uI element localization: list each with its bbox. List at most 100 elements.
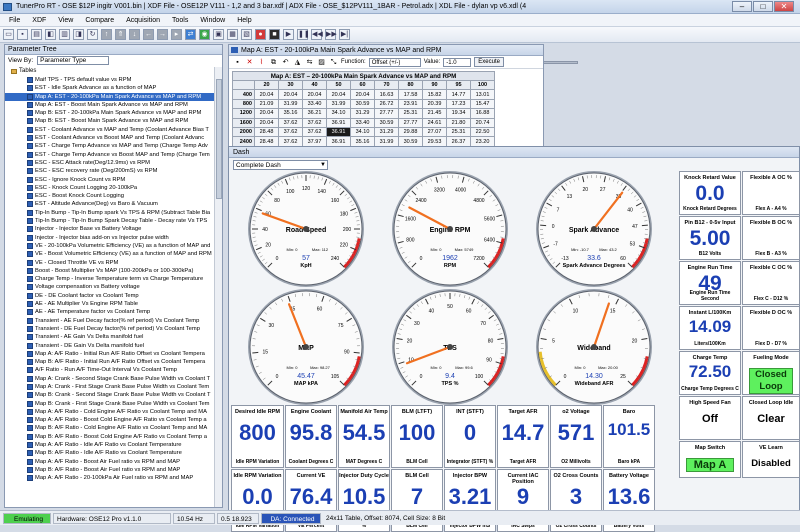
table-cell[interactable]: 28.48 bbox=[255, 137, 279, 146]
tree-item[interactable]: Map B: A/F Ratio - Initial Run A/F Ratio… bbox=[5, 358, 214, 366]
table-cell[interactable]: 33.40 bbox=[303, 99, 327, 108]
stop-icon[interactable]: ■ bbox=[269, 29, 280, 40]
table-cell[interactable]: 25.31 bbox=[447, 127, 471, 136]
table-cell[interactable]: 25.31 bbox=[399, 109, 423, 118]
table-cell[interactable]: 24.61 bbox=[423, 118, 447, 127]
table-cell[interactable]: 31.29 bbox=[351, 109, 375, 118]
save-bin-icon[interactable]: ◧ bbox=[45, 29, 56, 40]
chart-3d-icon[interactable]: ◮ bbox=[293, 58, 302, 67]
tree-item[interactable]: VE - 20-100kPa Volumetric Efficiency (VE… bbox=[5, 242, 214, 250]
open-icon[interactable]: ▭ bbox=[3, 29, 14, 40]
table-cell[interactable]: 19.34 bbox=[447, 109, 471, 118]
table-cell[interactable]: 14.77 bbox=[447, 90, 471, 99]
tree-item[interactable]: Map B: Crank - Second Stage Crank Base P… bbox=[5, 391, 214, 399]
tree-item[interactable]: A/F Ratio - Run A/F Time-Out Interval Vs… bbox=[5, 366, 214, 374]
tree-item[interactable]: Transient - DE Fuel Decay factor(% ref p… bbox=[5, 325, 214, 333]
table-cell[interactable]: 20.04 bbox=[279, 90, 303, 99]
close-button[interactable]: ✕ bbox=[774, 1, 794, 12]
chart-icon[interactable]: ▧ bbox=[241, 29, 252, 40]
table-cell[interactable]: 16.88 bbox=[471, 109, 495, 118]
tree-item[interactable]: Charge Temp - Inverse Temperature term v… bbox=[5, 275, 214, 283]
save-icon[interactable]: ▪ bbox=[233, 58, 242, 67]
tree-item[interactable]: Map A: Crank - Second Stage Crank Base P… bbox=[5, 375, 214, 383]
table-cell[interactable]: 20.04 bbox=[255, 90, 279, 99]
table-cell[interactable]: 36.91 bbox=[327, 137, 351, 146]
function-select[interactable]: Offset (+/-) bbox=[369, 58, 421, 67]
tree-item[interactable]: Voltage compensation vs Battery voltage bbox=[5, 283, 214, 291]
table-cell[interactable]: 23.20 bbox=[471, 137, 495, 146]
table-cell[interactable]: 36.21 bbox=[303, 109, 327, 118]
record-icon[interactable]: ● bbox=[255, 29, 266, 40]
play-gray-icon[interactable]: ▸ bbox=[171, 29, 182, 40]
tree-item[interactable]: Map B: EST - 20-100kPa Main Spark Advanc… bbox=[5, 109, 214, 117]
menu-compare[interactable]: Compare bbox=[79, 17, 120, 24]
tree-item[interactable]: Map A: A/F Ratio - Boost Cold Engine A/F… bbox=[5, 416, 214, 424]
tree-item[interactable]: ESC - ESC recovery rate (Deg/200mS) vs R… bbox=[5, 167, 214, 175]
table-cell[interactable]: 30.59 bbox=[399, 137, 423, 146]
menu-tools[interactable]: Tools bbox=[166, 17, 194, 24]
tree-item[interactable]: EST - Idle Spark Advance as a function o… bbox=[5, 84, 214, 92]
table-cell[interactable]: 37.62 bbox=[303, 118, 327, 127]
tree-item[interactable]: Transient - DE Gain Vs Delta manifold fu… bbox=[5, 342, 214, 350]
table-cell[interactable]: 28.48 bbox=[255, 127, 279, 136]
tree-item[interactable]: Map A: A/F Ratio - Boost Air Fuel ratio … bbox=[5, 458, 214, 466]
table-cell[interactable]: 20.04 bbox=[255, 109, 279, 118]
table-cell[interactable]: 37.62 bbox=[279, 137, 303, 146]
tree-item[interactable]: Map B: Crank - First Stage Crank Base Pu… bbox=[5, 400, 214, 408]
table-cell[interactable]: 27.77 bbox=[375, 109, 399, 118]
tree-item[interactable]: ESC - Boost Knock Count Logging bbox=[5, 192, 214, 200]
tree-item[interactable]: Maif TPS - TPS default value vs RPM bbox=[5, 76, 214, 84]
fill-icon[interactable]: ▨ bbox=[317, 58, 326, 67]
play-icon[interactable]: ▶ bbox=[283, 29, 294, 40]
table-cell[interactable]: 30.59 bbox=[351, 99, 375, 108]
tree-item[interactable]: ESC - Ignore Knock Count vs RPM bbox=[5, 176, 214, 184]
tree-item[interactable]: AE - AE Multiplier Vs Engine RPM Table bbox=[5, 300, 214, 308]
table-cell[interactable]: 20.04 bbox=[351, 90, 375, 99]
forward-icon[interactable]: ▶▶ bbox=[325, 29, 336, 40]
tree-item[interactable]: Tip-In Bump - Tip-In Bump spark Vs TPS &… bbox=[5, 209, 214, 217]
graph-icon[interactable]: ⌇ bbox=[257, 58, 266, 67]
table-cell[interactable]: 29.88 bbox=[399, 127, 423, 136]
tree-item[interactable]: Map B: A/F Ratio - Cold Engine A/F Ratio… bbox=[5, 424, 214, 432]
pause-icon[interactable]: ❚❚ bbox=[297, 29, 308, 40]
table-cell[interactable]: 21.09 bbox=[255, 99, 279, 108]
tree-item[interactable]: Map A: A/F Ratio - 20-100kPa Air Fuel ra… bbox=[5, 474, 214, 482]
menu-xdf[interactable]: XDF bbox=[26, 17, 52, 24]
tree-item[interactable]: Map B: A/F Ratio - Boost Air Fuel ratio … bbox=[5, 466, 214, 474]
table-cell[interactable]: 15.82 bbox=[423, 90, 447, 99]
table-cell[interactable]: 26.37 bbox=[447, 137, 471, 146]
tree-item[interactable]: Map B: EST - Boost Main Spark Advance vs… bbox=[5, 117, 214, 125]
table-cell[interactable]: 27.07 bbox=[423, 127, 447, 136]
save-icon[interactable]: ▪ bbox=[17, 29, 28, 40]
tree-item[interactable]: Transient - AE Fuel Decay factor(% ref p… bbox=[5, 317, 214, 325]
table-cell[interactable]: 20.04 bbox=[303, 90, 327, 99]
table-cell[interactable]: 36.91 bbox=[327, 118, 351, 127]
table-cell[interactable]: 17.23 bbox=[447, 99, 471, 108]
tree-item[interactable]: Map A: A/F Ratio - Cold Engine A/F Ratio… bbox=[5, 408, 214, 416]
tree-item[interactable]: Injector - Injector bias add-on vs Injec… bbox=[5, 234, 214, 242]
tree-root-tables[interactable]: Tables bbox=[5, 67, 214, 76]
table-cell[interactable]: 36.91 bbox=[327, 127, 351, 136]
dash-selector[interactable]: Complete Dash▼ bbox=[233, 160, 328, 170]
compare-icon[interactable]: ◨ bbox=[73, 29, 84, 40]
tree-item[interactable]: ESC - Knock Count Logging 20-100kPa bbox=[5, 184, 214, 192]
log-icon[interactable]: ▦ bbox=[227, 29, 238, 40]
table-cell[interactable]: 20.74 bbox=[471, 118, 495, 127]
compare-icon[interactable]: ⇆ bbox=[305, 58, 314, 67]
minimize-button[interactable]: – bbox=[732, 1, 752, 12]
table-cell[interactable]: 30.59 bbox=[375, 118, 399, 127]
table-cell[interactable]: 31.99 bbox=[375, 137, 399, 146]
interpolate-icon[interactable]: ⤡ bbox=[329, 58, 338, 67]
view-by-select[interactable]: Parameter Type bbox=[37, 56, 109, 65]
connect-icon[interactable]: ⇄ bbox=[185, 29, 196, 40]
table-cell[interactable]: 35.16 bbox=[279, 109, 303, 118]
tree-item[interactable]: DE - DE Coolant factor vs Coolant Temp bbox=[5, 292, 214, 300]
menu-acquisition[interactable]: Acquisition bbox=[120, 17, 166, 24]
arrow-right-icon[interactable]: → bbox=[157, 29, 168, 40]
tree-item[interactable]: Map B: A/F Ratio - Boost Cold Engine A/F… bbox=[5, 433, 214, 441]
table-cell[interactable]: 16.63 bbox=[375, 90, 399, 99]
maximize-button[interactable]: □ bbox=[753, 1, 773, 12]
table-cell[interactable]: 21.80 bbox=[447, 118, 471, 127]
tree-item[interactable]: EST - Altitude Advance(Deg) vs Baro & Va… bbox=[5, 200, 214, 208]
copy-icon[interactable]: ⧉ bbox=[269, 58, 278, 67]
